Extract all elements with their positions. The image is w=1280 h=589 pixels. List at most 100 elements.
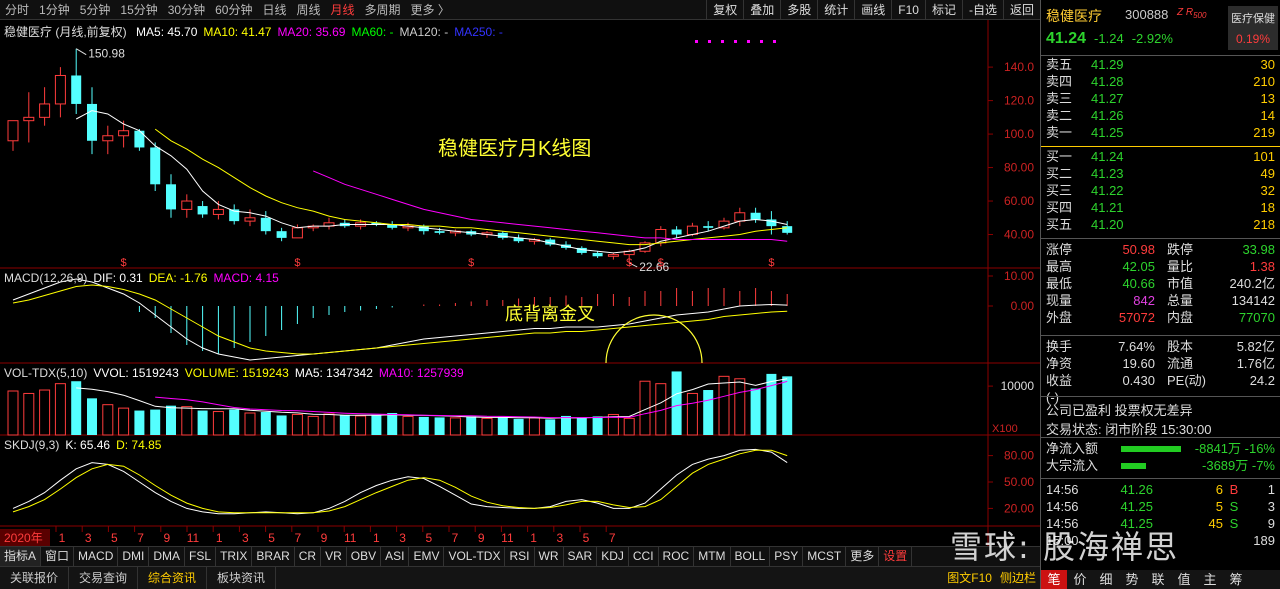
- legend-item: MACD(12,26,9): [4, 271, 88, 285]
- indicator-tab[interactable]: EMV: [409, 547, 445, 566]
- book-row[interactable]: 买四 41.21 18: [1041, 199, 1280, 216]
- panel-tab[interactable]: 联: [1145, 570, 1171, 589]
- x-tick-label: 11: [187, 531, 200, 545]
- period-tab[interactable]: 30分钟: [163, 0, 210, 20]
- indicator-tab[interactable]: VR: [321, 547, 347, 566]
- sector-badge[interactable]: 医疗保健 0.19%: [1228, 6, 1278, 50]
- volume-bar: [686, 392, 698, 436]
- book-row[interactable]: 买五 41.20 218: [1041, 216, 1280, 233]
- indicator-tab[interactable]: KDJ: [597, 547, 629, 566]
- tool-button[interactable]: 复权: [706, 0, 743, 20]
- volume-bar: [323, 413, 335, 436]
- book-label: 卖三: [1046, 91, 1073, 106]
- book-row[interactable]: 买二 41.23 49: [1041, 165, 1280, 182]
- book-volume: 49: [1260, 166, 1275, 181]
- period-tab[interactable]: 月线: [326, 0, 360, 20]
- book-row[interactable]: 卖四 41.28 210: [1041, 73, 1280, 90]
- tool-button[interactable]: 画线: [854, 0, 891, 20]
- indicator-tab[interactable]: BOLL: [731, 547, 771, 566]
- indicator-tab[interactable]: CCI: [629, 547, 659, 566]
- chart-area[interactable]: 140.0 120.0 100.0 80.00 60.00 40.00 150.98 22.6…: [0, 20, 1040, 546]
- indicator-tab[interactable]: RSI: [505, 547, 535, 566]
- indicator-tab[interactable]: 更多: [846, 547, 880, 566]
- book-row[interactable]: 卖三 41.27 13: [1041, 90, 1280, 107]
- indicator-tab[interactable]: ASI: [381, 547, 410, 566]
- book-row[interactable]: 卖一 41.25 219: [1041, 124, 1280, 141]
- period-tab[interactable]: 周线: [291, 0, 325, 20]
- y-tick-label: 80.00: [1004, 449, 1034, 463]
- period-tab[interactable]: 60分钟: [210, 0, 257, 20]
- tick-count: 189: [1253, 533, 1275, 548]
- period-tab[interactable]: 5分钟: [75, 0, 116, 20]
- tool-button[interactable]: -自选: [961, 0, 1003, 20]
- x-tick-label: 11: [344, 531, 357, 545]
- period-tab[interactable]: 15分钟: [115, 0, 162, 20]
- bottom-right-link[interactable]: 图文F10: [943, 567, 996, 589]
- stats-block-2: 换手 7.64% 股本 5.82亿 净资 19.60 流通 1.76亿 收益(-) 0.430 PE…: [1041, 338, 1280, 405]
- period-tab[interactable]: 分时: [0, 0, 34, 20]
- panel-tab[interactable]: 主: [1197, 570, 1223, 589]
- tool-button[interactable]: 多股: [780, 0, 817, 20]
- indicator-tab[interactable]: MACD: [74, 547, 119, 566]
- bottom-tab[interactable]: 关联报价: [0, 567, 70, 589]
- candle-body: [291, 227, 303, 239]
- period-tab[interactable]: 日线: [257, 0, 291, 20]
- indicator-tab[interactable]: PSY: [770, 547, 804, 566]
- signal-dot: [773, 40, 776, 43]
- volume-bar: [134, 410, 145, 435]
- indicator-tab[interactable]: WR: [535, 547, 564, 566]
- bottom-right-link[interactable]: 侧边栏: [996, 567, 1040, 589]
- panel-tab[interactable]: 细: [1093, 570, 1119, 589]
- book-row[interactable]: 卖二 41.26 14: [1041, 107, 1280, 124]
- indicator-tab[interactable]: MCST: [803, 547, 847, 566]
- stock-name[interactable]: 稳健医疗: [1046, 6, 1102, 26]
- indicator-tab[interactable]: CR: [295, 547, 322, 566]
- panel-tab[interactable]: 价: [1067, 570, 1093, 589]
- stat-label: 股本: [1167, 339, 1194, 354]
- indicator-tab[interactable]: 指标A: [0, 547, 42, 566]
- flow-value: -3689万 -7%: [1202, 458, 1275, 473]
- indicator-tab[interactable]: VOL-TDX: [444, 547, 506, 566]
- tool-button[interactable]: 叠加: [743, 0, 780, 20]
- indicator-tab[interactable]: SAR: [564, 547, 598, 566]
- indicator-tab[interactable]: 设置: [879, 547, 913, 566]
- panel-tab[interactable]: 值: [1171, 570, 1197, 589]
- candle-body: [118, 130, 130, 137]
- panel-tab[interactable]: 笔: [1041, 570, 1067, 589]
- bottom-tab[interactable]: 综合资讯: [138, 567, 208, 589]
- volume-bar: [23, 392, 35, 436]
- book-volume: 218: [1253, 217, 1275, 232]
- bottom-tab[interactable]: 交易查询: [69, 567, 139, 589]
- panel-tab[interactable]: 筹: [1223, 570, 1249, 589]
- indicator-tab[interactable]: MTM: [694, 547, 731, 566]
- indicator-tab[interactable]: OBV: [347, 547, 382, 566]
- indicator-tab[interactable]: BRAR: [252, 547, 295, 566]
- panel-tab[interactable]: 势: [1119, 570, 1145, 589]
- candle-body: [734, 212, 746, 222]
- book-row[interactable]: 买三 41.22 32: [1041, 182, 1280, 199]
- indicator-tab[interactable]: ROC: [659, 547, 695, 566]
- volume-bar: [54, 383, 66, 436]
- stock-code: 300888: [1125, 7, 1169, 22]
- tool-button[interactable]: F10: [891, 0, 925, 20]
- y-tick-label: 80.00: [1004, 161, 1034, 175]
- indicator-tab[interactable]: DMI: [118, 547, 150, 566]
- tool-button[interactable]: 返回: [1002, 0, 1040, 20]
- book-row[interactable]: 卖五 41.29 30: [1041, 56, 1280, 73]
- indicator-tab[interactable]: FSL: [185, 547, 217, 566]
- candle-body: [782, 226, 793, 233]
- tool-button[interactable]: 统计: [817, 0, 854, 20]
- indicator-tab[interactable]: 窗口: [41, 547, 75, 566]
- period-tab[interactable]: 更多 〉: [406, 0, 455, 20]
- bid-book: 买一 41.24 101 买二 41.23 49 买三 41.22 32 买四 41.21 18 买五 4…: [1041, 148, 1280, 233]
- period-tab[interactable]: 1分钟: [34, 0, 75, 20]
- tick-count: 3: [1267, 499, 1275, 514]
- indicator-tab[interactable]: TRIX: [216, 547, 253, 566]
- bottom-tab[interactable]: 板块资讯: [207, 567, 277, 589]
- volume-bar: [402, 415, 414, 436]
- book-row[interactable]: 买一 41.24 101: [1041, 148, 1280, 165]
- indicator-tab[interactable]: DMA: [149, 547, 186, 566]
- period-tab[interactable]: 多周期: [360, 0, 406, 20]
- tool-button[interactable]: 标记: [924, 0, 962, 20]
- tick-row: 14:56 41.26 6 B 1: [1041, 481, 1280, 498]
